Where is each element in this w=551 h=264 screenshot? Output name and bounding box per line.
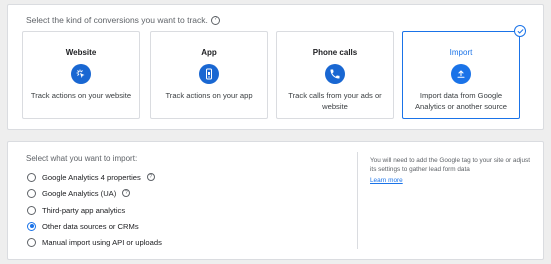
card-description: Track actions on your website: [30, 91, 132, 100]
cursor-click-icon: [71, 64, 91, 84]
phone-icon: [325, 64, 345, 84]
learn-more-link[interactable]: Learn more: [370, 177, 403, 184]
radio-button[interactable]: [27, 172, 36, 182]
option-google-analytics-4[interactable]: Google Analytics 4 properties ?: [27, 171, 155, 183]
option-google-analytics-ua[interactable]: Google Analytics (UA) ?: [27, 187, 131, 199]
option-label: Manual import using API or uploads: [42, 237, 162, 247]
vertical-divider: [357, 152, 358, 249]
card-title: Import: [449, 48, 473, 57]
card-title: Website: [65, 48, 97, 57]
help-icon[interactable]: ?: [146, 173, 155, 181]
option-label: Google Analytics (UA): [42, 188, 117, 198]
card-website[interactable]: Website Track actions on your website: [22, 31, 140, 119]
phone-app-icon: [199, 64, 219, 84]
help-icon[interactable]: ?: [122, 189, 131, 197]
card-description: Import data from Google Analytics or ano…: [414, 91, 507, 111]
option-other-data-sources[interactable]: Other data sources or CRMs: [27, 220, 139, 232]
card-title: Phone calls: [312, 48, 358, 57]
radio-button[interactable]: [27, 188, 36, 198]
upload-icon: [451, 64, 471, 84]
radio-button[interactable]: [27, 205, 36, 215]
radio-button-selected[interactable]: [27, 221, 36, 231]
card-description: Track calls from your ads or website: [288, 91, 382, 111]
option-third-party-app-analytics[interactable]: Third-party app analytics: [27, 204, 125, 216]
card-description: Track actions on your app: [165, 91, 253, 100]
conversion-type-heading-text: Select the kind of conversions you want …: [26, 15, 208, 25]
option-label: Third-party app analytics: [42, 205, 126, 215]
card-title: App: [201, 48, 217, 57]
option-label: Other data sources or CRMs: [42, 221, 139, 231]
google-tag-info-text: You will need to add the Google tag to y…: [370, 157, 530, 173]
card-import[interactable]: Import Import data from Google Analytics…: [402, 25, 526, 119]
conversion-type-heading: Select the kind of conversions you want …: [26, 15, 220, 25]
card-app[interactable]: App Track actions on your app: [150, 31, 268, 119]
option-label: Google Analytics 4 properties: [42, 172, 141, 182]
card-phone-calls[interactable]: Phone calls Track calls from your ads or…: [276, 31, 394, 119]
import-source-panel: Select what you want to import: Google A…: [7, 141, 544, 260]
conversion-type-panel: Select the kind of conversions you want …: [7, 4, 544, 130]
check-circle-icon: [514, 25, 526, 37]
option-manual-import[interactable]: Manual import using API or uploads: [27, 236, 162, 248]
radio-button[interactable]: [27, 237, 36, 247]
help-icon[interactable]: ?: [210, 15, 220, 25]
import-source-heading: Select what you want to import:: [26, 154, 138, 163]
